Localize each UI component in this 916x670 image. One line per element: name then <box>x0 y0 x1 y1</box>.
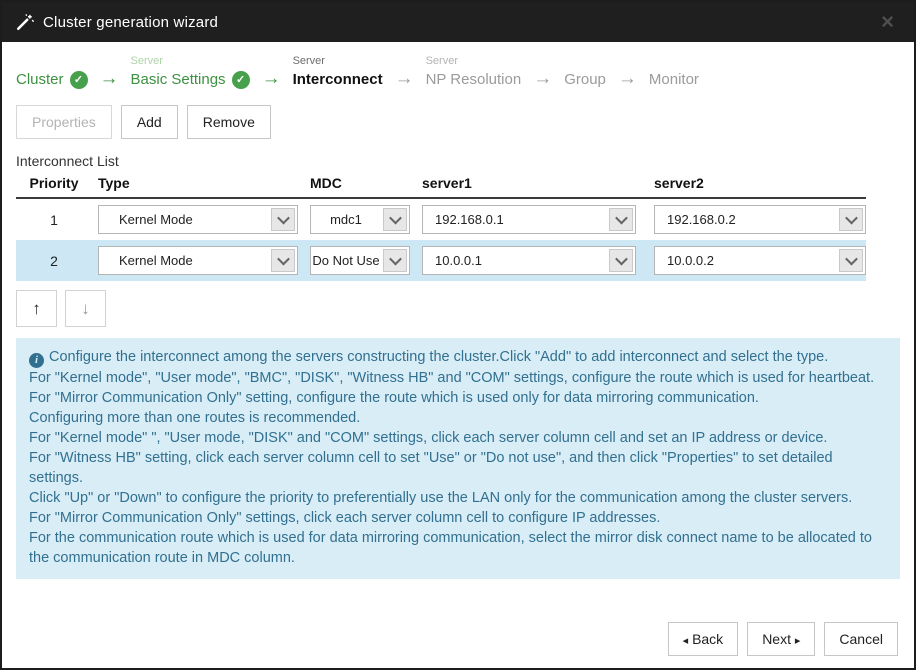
chevron-down-icon[interactable] <box>383 208 407 231</box>
chevron-down-icon[interactable] <box>839 249 863 272</box>
step-np-resolution: Server NP Resolution <box>426 54 522 91</box>
chevron-down-icon[interactable] <box>271 208 295 231</box>
info-line: For the communication route which is use… <box>29 528 887 568</box>
step-sublabel <box>649 54 699 69</box>
info-line: For "Witness HB" setting, click each ser… <box>29 448 887 488</box>
magic-wand-icon <box>16 13 34 31</box>
wizard-footer: ◂ Back Next ▸ Cancel <box>668 622 898 656</box>
table-header-row: Priority Type MDC server1 server2 <box>16 175 866 199</box>
check-circle-icon: ✓ <box>232 71 250 89</box>
priority-cell: 1 <box>16 212 92 228</box>
info-line: For "Kernel mode" ", "User mode, "DISK" … <box>29 428 887 448</box>
step-label: Group <box>564 69 606 91</box>
arrow-right-icon: → <box>262 68 281 91</box>
column-header-type: Type <box>92 175 304 191</box>
step-basic-settings: Server Basic Settings ✓ <box>131 54 250 91</box>
arrow-right-icon: → <box>618 68 637 91</box>
info-panel: iConfigure the interconnect among the se… <box>16 338 900 579</box>
step-sublabel: Server <box>131 54 250 69</box>
step-sublabel <box>564 54 606 69</box>
back-button[interactable]: ◂ Back <box>668 622 739 656</box>
info-line: Click "Up" or "Down" to configure the pr… <box>29 488 887 508</box>
close-icon[interactable]: × <box>875 11 900 33</box>
chevron-down-icon[interactable] <box>609 208 633 231</box>
column-header-priority: Priority <box>16 175 92 191</box>
server2-select[interactable]: 10.0.0.2 <box>654 246 866 275</box>
step-label: Interconnect <box>293 69 383 91</box>
step-sublabel <box>16 54 88 69</box>
cancel-button[interactable]: Cancel <box>824 622 898 656</box>
server2-select[interactable]: 192.168.0.2 <box>654 205 866 234</box>
info-line: For "Kernel mode", "User mode", "BMC", "… <box>29 368 887 408</box>
chevron-down-icon[interactable] <box>383 249 407 272</box>
arrow-down-icon: ↓ <box>81 299 90 319</box>
info-line: Configuring more than one routes is reco… <box>29 408 887 428</box>
dialog-title: Cluster generation wizard <box>43 14 218 31</box>
move-up-button[interactable]: ↑ <box>16 290 57 327</box>
arrow-right-icon: → <box>395 68 414 91</box>
triangle-left-icon: ◂ <box>683 635 689 647</box>
column-header-server1: server1 <box>416 175 648 191</box>
interconnect-list-title: Interconnect List <box>16 153 900 169</box>
cluster-generation-wizard-dialog: Cluster generation wizard × Cluster ✓ → … <box>0 0 916 670</box>
step-label: Cluster <box>16 69 64 91</box>
server1-select[interactable]: 192.168.0.1 <box>422 205 636 234</box>
step-sublabel: Server <box>426 54 522 69</box>
server1-select[interactable]: 10.0.0.1 <box>422 246 636 275</box>
priority-cell: 2 <box>16 253 92 269</box>
triangle-right-icon: ▸ <box>795 635 801 647</box>
chevron-down-icon[interactable] <box>839 208 863 231</box>
arrow-right-icon: → <box>100 68 119 91</box>
step-interconnect: Server Interconnect <box>293 54 383 91</box>
step-sublabel: Server <box>293 54 383 69</box>
remove-button[interactable]: Remove <box>187 105 271 139</box>
table-row[interactable]: 1 Kernel Mode mdc1 192.168.0.1 192.168.0… <box>16 199 866 240</box>
type-select[interactable]: Kernel Mode <box>98 246 298 275</box>
arrow-right-icon: → <box>533 68 552 91</box>
info-line: For "Mirror Communication Only" settings… <box>29 508 887 528</box>
column-header-server2: server2 <box>648 175 866 191</box>
properties-button[interactable]: Properties <box>16 105 112 139</box>
wizard-steps: Cluster ✓ → Server Basic Settings ✓ → Se… <box>2 42 914 101</box>
info-line: iConfigure the interconnect among the se… <box>29 347 887 368</box>
mdc-select[interactable]: mdc1 <box>310 205 410 234</box>
step-label: Monitor <box>649 69 699 91</box>
check-circle-icon: ✓ <box>70 71 88 89</box>
type-select[interactable]: Kernel Mode <box>98 205 298 234</box>
interconnect-toolbar: Properties Add Remove <box>2 101 914 139</box>
interconnect-table: Priority Type MDC server1 server2 1 Kern… <box>16 175 866 281</box>
info-icon: i <box>29 353 44 368</box>
step-group: Group <box>564 54 606 91</box>
step-label: Basic Settings <box>131 69 226 91</box>
column-header-mdc: MDC <box>304 175 416 191</box>
add-button[interactable]: Add <box>121 105 178 139</box>
dialog-titlebar: Cluster generation wizard × <box>2 2 914 42</box>
step-label: NP Resolution <box>426 69 522 91</box>
move-down-button[interactable]: ↓ <box>65 290 106 327</box>
priority-reorder-controls: ↑ ↓ <box>16 290 900 327</box>
mdc-select[interactable]: Do Not Use <box>310 246 410 275</box>
next-button[interactable]: Next ▸ <box>747 622 815 656</box>
step-monitor: Monitor <box>649 54 699 91</box>
arrow-up-icon: ↑ <box>32 299 41 319</box>
chevron-down-icon[interactable] <box>271 249 295 272</box>
table-row[interactable]: 2 Kernel Mode Do Not Use 10.0.0.1 10.0.0… <box>16 240 866 281</box>
step-cluster: Cluster ✓ <box>16 54 88 91</box>
chevron-down-icon[interactable] <box>609 249 633 272</box>
